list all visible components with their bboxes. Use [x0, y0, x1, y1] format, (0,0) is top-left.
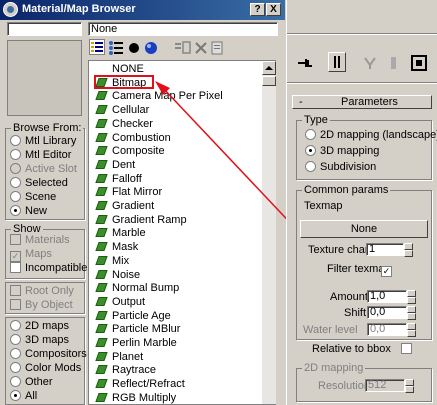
- configure-sets-icon[interactable]: [410, 54, 428, 72]
- resolution-field[interactable]: 512: [365, 379, 405, 392]
- panel-divider: [287, 33, 437, 35]
- amount-down[interactable]: [407, 297, 416, 304]
- texture-chan-down[interactable]: [404, 250, 413, 257]
- type-option-label: Subdivision: [320, 161, 377, 173]
- shift-label: Shift: [344, 307, 367, 319]
- shift-up[interactable]: [407, 306, 416, 313]
- parameters-rollout-header[interactable]: - Parameters: [292, 95, 432, 109]
- resolution-up[interactable]: [405, 379, 414, 386]
- pin-stack-icon[interactable]: [296, 55, 314, 71]
- texmap-button[interactable]: None: [300, 220, 428, 238]
- filter-texmap-checkbox[interactable]: ✓: [381, 266, 392, 277]
- relative-bbox-checkbox[interactable]: [401, 343, 413, 354]
- subdiv-group-title: 2D mapping: [302, 362, 366, 374]
- resolution-down[interactable]: [405, 386, 414, 393]
- common-params-title: Common params: [302, 184, 391, 196]
- radio-icon[interactable]: [305, 161, 316, 172]
- make-unique-icon[interactable]: [362, 55, 378, 71]
- toolbar-divider: [287, 82, 437, 84]
- texture-chan-field[interactable]: 1: [366, 243, 404, 256]
- water-level-up[interactable]: [407, 323, 416, 330]
- rollout-title: Parameters: [341, 96, 398, 108]
- type-option-label: 2D mapping (landscape): [320, 129, 437, 141]
- texmap-label: Texmap: [304, 200, 343, 212]
- type-option-label: 3D mapping: [320, 145, 380, 157]
- amount-field[interactable]: 1,0: [367, 290, 407, 303]
- texture-chan-up[interactable]: [404, 243, 413, 250]
- water-level-field[interactable]: 0,0: [367, 323, 407, 336]
- relative-bbox-label: Relative to bbox: [312, 343, 391, 355]
- radio-icon[interactable]: [305, 145, 316, 156]
- water-level-down[interactable]: [407, 330, 416, 337]
- radio-icon[interactable]: [305, 129, 316, 140]
- type-group-title: Type: [302, 114, 330, 126]
- show-end-result-icon[interactable]: [328, 52, 346, 72]
- type-option[interactable]: 2D mapping (landscape): [305, 129, 437, 143]
- remove-modifier-icon[interactable]: [387, 55, 401, 71]
- type-option[interactable]: 3D mapping: [305, 145, 379, 159]
- type-option[interactable]: Subdivision: [305, 161, 376, 175]
- rollout-toggle: -: [299, 96, 303, 108]
- type-group: Type 2D mapping (landscape) 3D mapping Sub…: [296, 114, 437, 180]
- texture-chan-label: Texture chan: [308, 244, 371, 256]
- panel-top-blank: [289, 0, 435, 32]
- resolution-label: Resolution: [318, 380, 370, 392]
- shift-down[interactable]: [407, 313, 416, 320]
- amount-label: Amount: [330, 291, 368, 303]
- water-level-label: Water level: [303, 324, 358, 336]
- amount-up[interactable]: [407, 290, 416, 297]
- shift-field[interactable]: 0,0: [367, 306, 407, 319]
